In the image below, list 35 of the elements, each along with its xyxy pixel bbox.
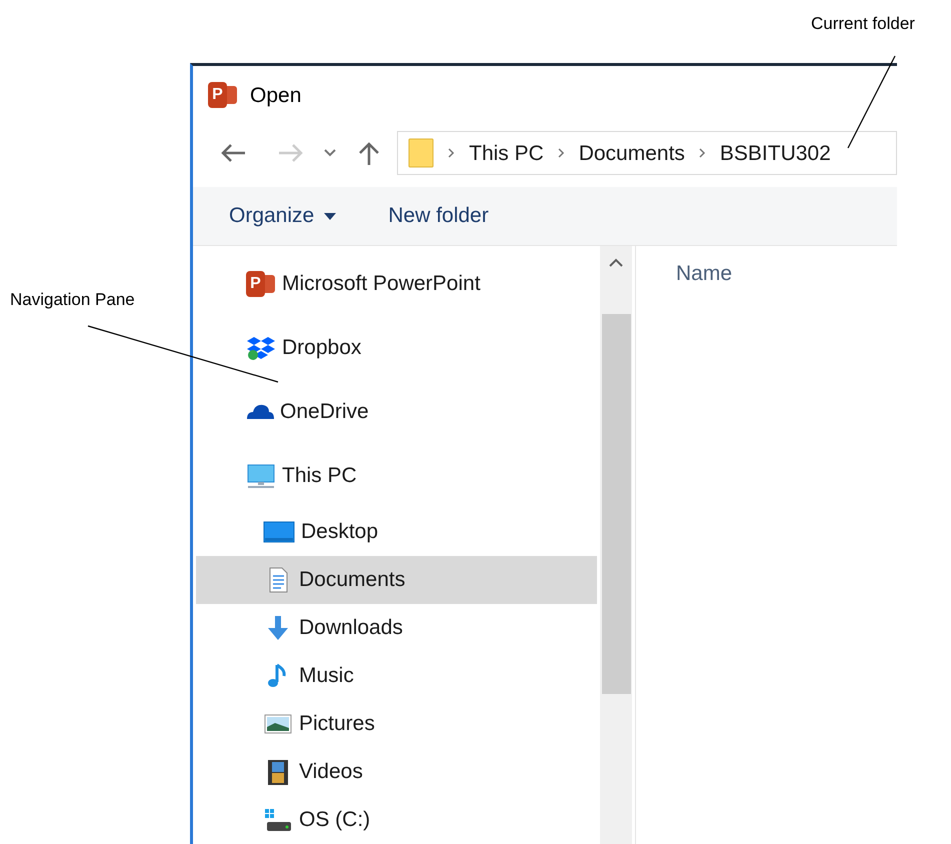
monitor-icon [246,462,276,489]
nav-pane-item[interactable]: Documents [196,556,597,604]
new-folder-button[interactable]: New folder [388,200,489,232]
organize-button[interactable]: Organize [229,200,336,232]
scrollbar[interactable] [600,246,632,844]
nav-pane-item[interactable]: Downloads [196,604,597,652]
nav-pane-item[interactable]: Pictures [196,700,597,748]
cloud-icon [246,404,274,420]
caret-icon [324,212,336,220]
nav-pane-item[interactable]: This PC [196,444,597,508]
chevron-down-icon [324,149,336,158]
breadcrumb-item[interactable]: BSBITU302 [720,138,831,170]
nav-pane-item[interactable]: P Microsoft PowerPoint [196,252,597,316]
column-header[interactable]: Name [676,262,732,285]
chevron-right-icon [698,148,706,158]
desktop-icon [263,518,295,545]
breadcrumb-item[interactable]: This PC [469,138,544,170]
breadcrumb-item[interactable]: Documents [578,138,685,170]
nav-pane-item[interactable]: Desktop [196,508,597,556]
chevron-right-icon [558,148,565,158]
address-bar[interactable]: This PC Documents BSBITU302 [397,131,897,176]
nav-pane-item[interactable]: OneDrive [196,380,597,444]
chevron-right-icon [448,148,455,158]
callout-label: Navigation Pane [10,289,135,311]
callout-label: Current folder [811,13,915,35]
nav-pane-item[interactable]: Videos [196,748,597,796]
nav-pane-item[interactable]: Dropbox [196,316,597,380]
nav-pane-item[interactable]: Music [196,652,597,700]
window-title: Open [250,82,302,109]
scrollbar-thumb[interactable] [602,314,630,694]
drive-icon [263,806,293,833]
scroll-up-icon [609,258,623,267]
nav-pane-item[interactable]: OS (C:) [196,796,597,844]
folder-icon [408,138,434,168]
dropbox-icon [246,334,276,361]
